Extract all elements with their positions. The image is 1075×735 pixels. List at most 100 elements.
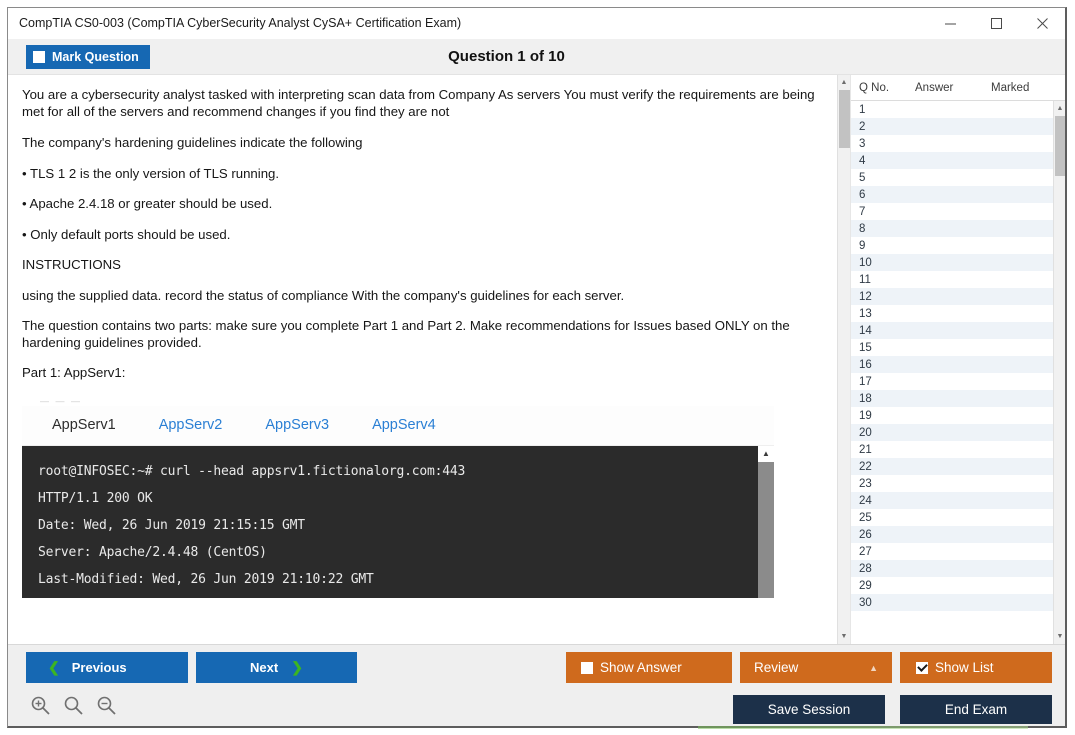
list-scroll-down-icon[interactable]: ▼ — [1054, 629, 1066, 644]
page-title: Question 1 of 10 — [0, 48, 1065, 65]
guideline-bullet: • Only default ports should be used. — [22, 227, 821, 244]
save-session-button[interactable]: Save Session — [733, 695, 885, 724]
question-list-row[interactable]: 5 — [851, 169, 1053, 186]
tab-appserv4[interactable]: AppServ4 — [372, 417, 436, 433]
column-header-marked: Marked — [991, 82, 1053, 94]
previous-label: Previous — [72, 660, 127, 675]
question-list-row[interactable]: 1 — [851, 101, 1053, 118]
save-session-label: Save Session — [768, 702, 851, 717]
question-list-scrollbar[interactable]: ▲ ▼ — [1053, 101, 1065, 644]
question-list-row[interactable]: 27 — [851, 543, 1053, 560]
zoom-reset-icon[interactable] — [63, 695, 84, 716]
question-paragraph: using the supplied data. record the stat… — [22, 288, 821, 305]
previous-button[interactable]: ❮ Previous — [26, 652, 188, 683]
question-content-pane: You are a cybersecurity analyst tasked w… — [8, 75, 850, 644]
question-list-row[interactable]: 20 — [851, 424, 1053, 441]
mark-question-checkbox-icon[interactable] — [33, 51, 45, 63]
question-list-row[interactable]: 3 — [851, 135, 1053, 152]
question-paragraph: You are a cybersecurity analyst tasked w… — [22, 87, 821, 120]
window-title: CompTIA CS0-003 (CompTIA CyberSecurity A… — [8, 16, 461, 30]
question-list-row[interactable]: 28 — [851, 560, 1053, 577]
question-list-row[interactable]: 4 — [851, 152, 1053, 169]
cell-qno: 8 — [859, 223, 915, 235]
cell-qno: 22 — [859, 461, 915, 473]
show-list-button[interactable]: Show List — [900, 652, 1052, 683]
question-list-row[interactable]: 16 — [851, 356, 1053, 373]
terminal-scroll-up-icon[interactable]: ▲ — [758, 446, 774, 462]
show-list-checkbox-icon[interactable] — [916, 662, 928, 674]
question-list-row[interactable]: 6 — [851, 186, 1053, 203]
tab-appserv3[interactable]: AppServ3 — [265, 417, 329, 433]
question-list-row[interactable]: 13 — [851, 305, 1053, 322]
body-split: You are a cybersecurity analyst tasked w… — [8, 75, 1065, 644]
cell-qno: 20 — [859, 427, 915, 439]
show-answer-button[interactable]: Show Answer — [566, 652, 732, 683]
question-scroll-track[interactable] — [838, 90, 851, 629]
terminal-scrollbar[interactable]: ▲ — [758, 446, 774, 598]
terminal-window: root@INFOSEC:~# curl --head appsrv1.fict… — [22, 446, 774, 598]
close-icon[interactable] — [1019, 8, 1065, 38]
question-list-row[interactable]: 8 — [851, 220, 1053, 237]
zoom-in-icon[interactable] — [30, 695, 51, 716]
maximize-icon[interactable] — [973, 8, 1019, 38]
question-list-row[interactable]: 29 — [851, 577, 1053, 594]
mark-question-button[interactable]: Mark Question — [26, 45, 150, 69]
terminal-output: root@INFOSEC:~# curl --head appsrv1.fict… — [22, 446, 758, 598]
question-list-row[interactable]: 15 — [851, 339, 1053, 356]
list-scroll-track[interactable] — [1054, 116, 1066, 629]
terminal-line: Date: Wed, 26 Jun 2019 21:15:15 GMT — [38, 512, 758, 539]
minimize-icon[interactable] — [927, 8, 973, 38]
tab-appserv1[interactable]: AppServ1 — [52, 417, 116, 433]
cell-qno: 10 — [859, 257, 915, 269]
review-dropdown-button[interactable]: Review ▲ — [740, 652, 892, 683]
question-list-rows: 1234567891011121314151617181920212223242… — [851, 101, 1053, 644]
question-list-row[interactable]: 25 — [851, 509, 1053, 526]
question-list-row[interactable]: 24 — [851, 492, 1053, 509]
question-pane-scrollbar[interactable]: ▲ ▼ — [837, 75, 850, 644]
end-exam-button[interactable]: End Exam — [900, 695, 1052, 724]
question-list-row[interactable]: 19 — [851, 407, 1053, 424]
cell-qno: 28 — [859, 563, 915, 575]
list-scroll-thumb[interactable] — [1055, 116, 1066, 176]
scroll-up-icon[interactable]: ▲ — [838, 75, 851, 90]
show-answer-checkbox-icon[interactable] — [581, 662, 593, 674]
question-list-row[interactable]: 11 — [851, 271, 1053, 288]
question-list-row[interactable]: 21 — [851, 441, 1053, 458]
scroll-down-icon[interactable]: ▼ — [838, 629, 851, 644]
cell-qno: 25 — [859, 512, 915, 524]
question-list-row[interactable]: 30 — [851, 594, 1053, 611]
question-list-row[interactable]: 26 — [851, 526, 1053, 543]
question-list-row[interactable]: 14 — [851, 322, 1053, 339]
question-list-row[interactable]: 17 — [851, 373, 1053, 390]
cell-qno: 2 — [859, 121, 915, 133]
guideline-bullet: • Apache 2.4.18 or greater should be use… — [22, 196, 821, 213]
question-list-row[interactable]: 23 — [851, 475, 1053, 492]
question-list-row[interactable]: 9 — [851, 237, 1053, 254]
cell-qno: 27 — [859, 546, 915, 558]
question-list-row[interactable]: 12 — [851, 288, 1053, 305]
cell-qno: 19 — [859, 410, 915, 422]
next-button[interactable]: Next ❯ — [196, 652, 357, 683]
footer-toolbar: ❮ Previous Next ❯ Show Answer Review ▲ S… — [8, 644, 1065, 726]
question-list-row[interactable]: 22 — [851, 458, 1053, 475]
question-scroll-thumb[interactable] — [839, 90, 850, 148]
cell-qno: 23 — [859, 478, 915, 490]
cell-qno: 14 — [859, 325, 915, 337]
question-list-row[interactable]: 10 — [851, 254, 1053, 271]
terminal-line: root@INFOSEC:~# curl --head appsrv1.fict… — [38, 458, 758, 485]
question-scroll-area: You are a cybersecurity analyst tasked w… — [8, 75, 837, 644]
instructions-heading: INSTRUCTIONS — [22, 257, 821, 274]
cell-qno: 7 — [859, 206, 915, 218]
list-scroll-up-icon[interactable]: ▲ — [1054, 101, 1066, 116]
question-list-row[interactable]: 7 — [851, 203, 1053, 220]
chevron-right-icon: ❯ — [291, 659, 303, 676]
cell-qno: 30 — [859, 597, 915, 609]
question-paragraph: The question contains two parts: make su… — [22, 318, 821, 351]
zoom-toolbar — [30, 695, 117, 716]
question-list-row[interactable]: 18 — [851, 390, 1053, 407]
tab-appserv2[interactable]: AppServ2 — [159, 417, 223, 433]
question-list-row[interactable]: 2 — [851, 118, 1053, 135]
server-tab-bar: AppServ1 AppServ2 AppServ3 AppServ4 — [22, 406, 774, 446]
simulation-panel: — — — AppServ1 AppServ2 AppServ3 AppServ… — [22, 396, 774, 598]
zoom-out-icon[interactable] — [96, 695, 117, 716]
